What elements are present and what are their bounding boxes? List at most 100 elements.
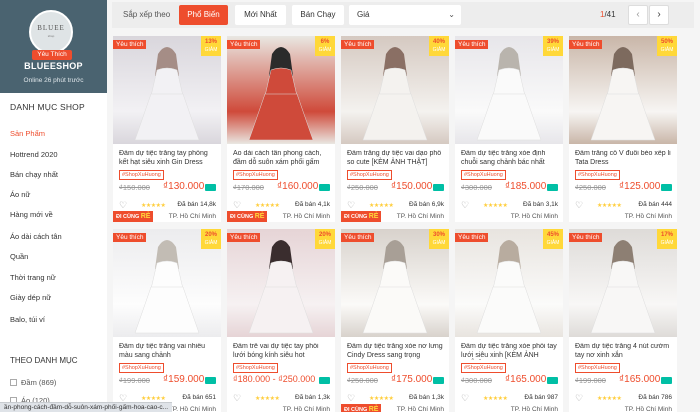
product-card[interactable]: Yêu thích 45% GIẢM Đầm dự tiệc trắng xòe ph… [455, 229, 563, 412]
sidebar-category-item[interactable]: Balo, túi ví [10, 315, 45, 324]
page-total: /41 [604, 10, 616, 19]
next-page-button[interactable]: › [649, 5, 669, 25]
heart-icon[interactable]: ♡ [575, 200, 583, 211]
sort-bestseller-button[interactable]: Bán Chạy [292, 5, 344, 25]
sold-count: Đã bán 651 [182, 394, 216, 401]
product-location: TP. Hồ Chí Minh [624, 406, 672, 412]
prev-page-button[interactable]: ‹ [628, 5, 648, 25]
product-name[interactable]: Đầm dự tiệc trắng xòe phối tay lưới siêu… [461, 343, 559, 360]
sidebar-category-item[interactable]: Áo dài cách tân [10, 232, 62, 241]
product-name[interactable]: Đầm dự tiệc trắng xòe nơ lưng Cindy Dres… [347, 343, 445, 360]
rating-stars-icon: ★★★★★ [369, 203, 394, 209]
product-tag[interactable]: #ShopXuHuong [347, 170, 392, 180]
discount-label: GIẢM [318, 47, 332, 53]
discount-percent: 20% [204, 232, 217, 238]
rating-stars-icon: ★★★★★ [369, 396, 394, 402]
free-shipping-icon [661, 377, 672, 384]
old-price: ₫300.000 [461, 376, 492, 385]
shop-logo[interactable]: BLUEE shop [29, 10, 73, 54]
sidebar-category-item[interactable]: Áo nữ [10, 190, 30, 199]
sidebar-category-item[interactable]: Sản Phẩm [10, 129, 45, 138]
new-price: ₫159.000 [163, 374, 205, 385]
shop-name[interactable]: BLUEESHOP [0, 61, 107, 71]
product-name[interactable]: Đầm trễ vai dự tiệc tay phối lưới bóng k… [233, 343, 331, 360]
price-sort-select[interactable]: Giá ⌄ [349, 5, 461, 25]
sort-popular-button[interactable]: Phổ Biến [179, 5, 228, 25]
new-price: ₫180.000 - ₫250.000 [233, 374, 316, 384]
new-price: ₫160.000 [277, 181, 319, 192]
heart-icon[interactable]: ♡ [461, 393, 469, 404]
sold-count: Đã bán 4,1k [294, 201, 330, 208]
sidebar-category-item[interactable]: Hottrend 2020 [10, 150, 58, 159]
sold-count: Đã bán 14,8k [177, 201, 216, 208]
cheap-badge: ĐI CÙNG RẺ [113, 211, 154, 222]
product-card[interactable]: Yêu thích 50% GIẢM Đầm trắng cổ V đuôi bèo … [569, 36, 677, 222]
product-tag[interactable]: #ShopXuHuong [233, 170, 278, 180]
sidebar-category-item[interactable]: Bán chạy nhất [10, 170, 58, 179]
cheap-badge: ĐI CÙNG RẺ [341, 404, 382, 412]
product-tag[interactable]: #ShopXuHuong [461, 363, 506, 373]
discount-percent: 40% [432, 39, 445, 45]
product-card[interactable]: Yêu thích 20% GIẢM Đầm trễ vai dự tiệc tay … [227, 229, 335, 412]
product-tag[interactable]: #ShopXuHuong [575, 363, 620, 373]
product-card[interactable]: Yêu thích 6% GIẢM ĐI CÙNG RẺ Áo dài cách tân… [227, 36, 335, 222]
rating-stars-icon: ★★★★★ [141, 396, 166, 402]
discount-label: GIẢM [204, 47, 218, 53]
product-card[interactable]: Yêu thích 39% GIẢM Đầm dự tiệc trắng xòe đị… [455, 36, 563, 222]
discount-percent: 17% [660, 232, 673, 238]
product-tag[interactable]: #ShopXuHuong [575, 170, 620, 180]
sort-label: Sắp xếp theo [123, 10, 171, 19]
discount-percent: 30% [432, 232, 445, 238]
filter-item[interactable]: Đầm (869) [10, 378, 56, 387]
product-location: TP. Hồ Chí Minh [396, 213, 444, 220]
product-tag[interactable]: #ShopXuHuong [347, 363, 392, 373]
discount-percent: 39% [546, 39, 559, 45]
free-shipping-icon [547, 377, 558, 384]
old-price: ₫250.000 [575, 183, 606, 192]
product-tag[interactable]: #ShopXuHuong [461, 170, 506, 180]
shop-banner[interactable]: BLUEE shop Yêu Thích BLUEESHOP Online 26… [0, 0, 107, 93]
product-name[interactable]: Đầm dự tiệc trắng vai nhiều màu sang chả… [119, 343, 217, 360]
sort-newest-button[interactable]: Mới Nhất [235, 5, 286, 25]
product-name[interactable]: Đầm trắng cổ V đuôi bèo xếp li Tata Dres… [575, 150, 673, 167]
product-card[interactable]: Yêu thích 30% GIẢM ĐI CÙNG RẺ Đầm dự tiệc tr… [341, 229, 449, 412]
free-shipping-icon [205, 184, 216, 191]
rating-stars-icon: ★★★★★ [597, 396, 622, 402]
favorite-badge: Yêu thích [227, 40, 261, 49]
product-tag[interactable]: #ShopXuHuong [233, 363, 278, 373]
sidebar-category-item[interactable]: Giày dép nữ [10, 293, 51, 302]
old-price: ₫199.000 [575, 376, 606, 385]
sidebar-category-item[interactable]: Thời trang nữ [10, 273, 56, 282]
sidebar-category-item[interactable]: Hàng mới về [10, 210, 53, 219]
discount-label: GIẢM [660, 240, 674, 246]
heart-icon[interactable]: ♡ [233, 393, 241, 404]
old-price: ₫250.000 [347, 376, 378, 385]
heart-icon[interactable]: ♡ [119, 200, 127, 211]
sidebar-category-item[interactable]: Quần [10, 252, 28, 261]
filter-checkbox[interactable] [10, 379, 17, 386]
favorite-badge: Yêu thích [569, 40, 603, 49]
product-tag[interactable]: #ShopXuHuong [119, 363, 164, 373]
free-shipping-icon [319, 184, 330, 191]
product-name[interactable]: Đầm dự tiệc trắng tay phồng kết hạt siêu… [119, 150, 217, 167]
product-card[interactable]: Yêu thích 17% GIẢM Đầm dự tiệc trắng 4 nút … [569, 229, 677, 412]
heart-icon[interactable]: ♡ [461, 200, 469, 211]
product-card[interactable]: Yêu thích 20% GIẢM Đầm dự tiệc trắng vai nh… [113, 229, 221, 412]
sold-count: Đã bán 6,9k [408, 201, 444, 208]
old-price: ₫250.000 [347, 183, 378, 192]
product-card[interactable]: Yêu thích 40% GIẢM ĐI CÙNG RẺ Đầm trắng dự t… [341, 36, 449, 222]
sold-count: Đã bán 786 [638, 394, 672, 401]
chevron-left-icon: ‹ [636, 9, 640, 20]
heart-icon[interactable]: ♡ [347, 393, 355, 404]
product-name[interactable]: Đầm trắng dự tiệc vai dạo phố so cute [K… [347, 150, 445, 167]
heart-icon[interactable]: ♡ [575, 393, 583, 404]
heart-icon[interactable]: ♡ [347, 200, 355, 211]
product-name[interactable]: Đầm dự tiệc trắng xòe định chuỗi sang ch… [461, 150, 559, 167]
product-name[interactable]: Áo dài cách tân phong cách, đầm dỗ suôn … [233, 150, 331, 167]
heart-icon[interactable]: ♡ [233, 200, 241, 211]
product-location: TP. Hồ Chí Minh [510, 406, 558, 412]
product-card[interactable]: Yêu thích 13% GIẢM ĐI CÙNG RẺ Đầm dự tiệc tr… [113, 36, 221, 222]
product-name[interactable]: Đầm dự tiệc trắng 4 nút cườm tay nơ xinh… [575, 343, 673, 360]
product-location: TP. Hồ Chí Minh [168, 406, 216, 412]
product-tag[interactable]: #ShopXuHuong [119, 170, 164, 180]
